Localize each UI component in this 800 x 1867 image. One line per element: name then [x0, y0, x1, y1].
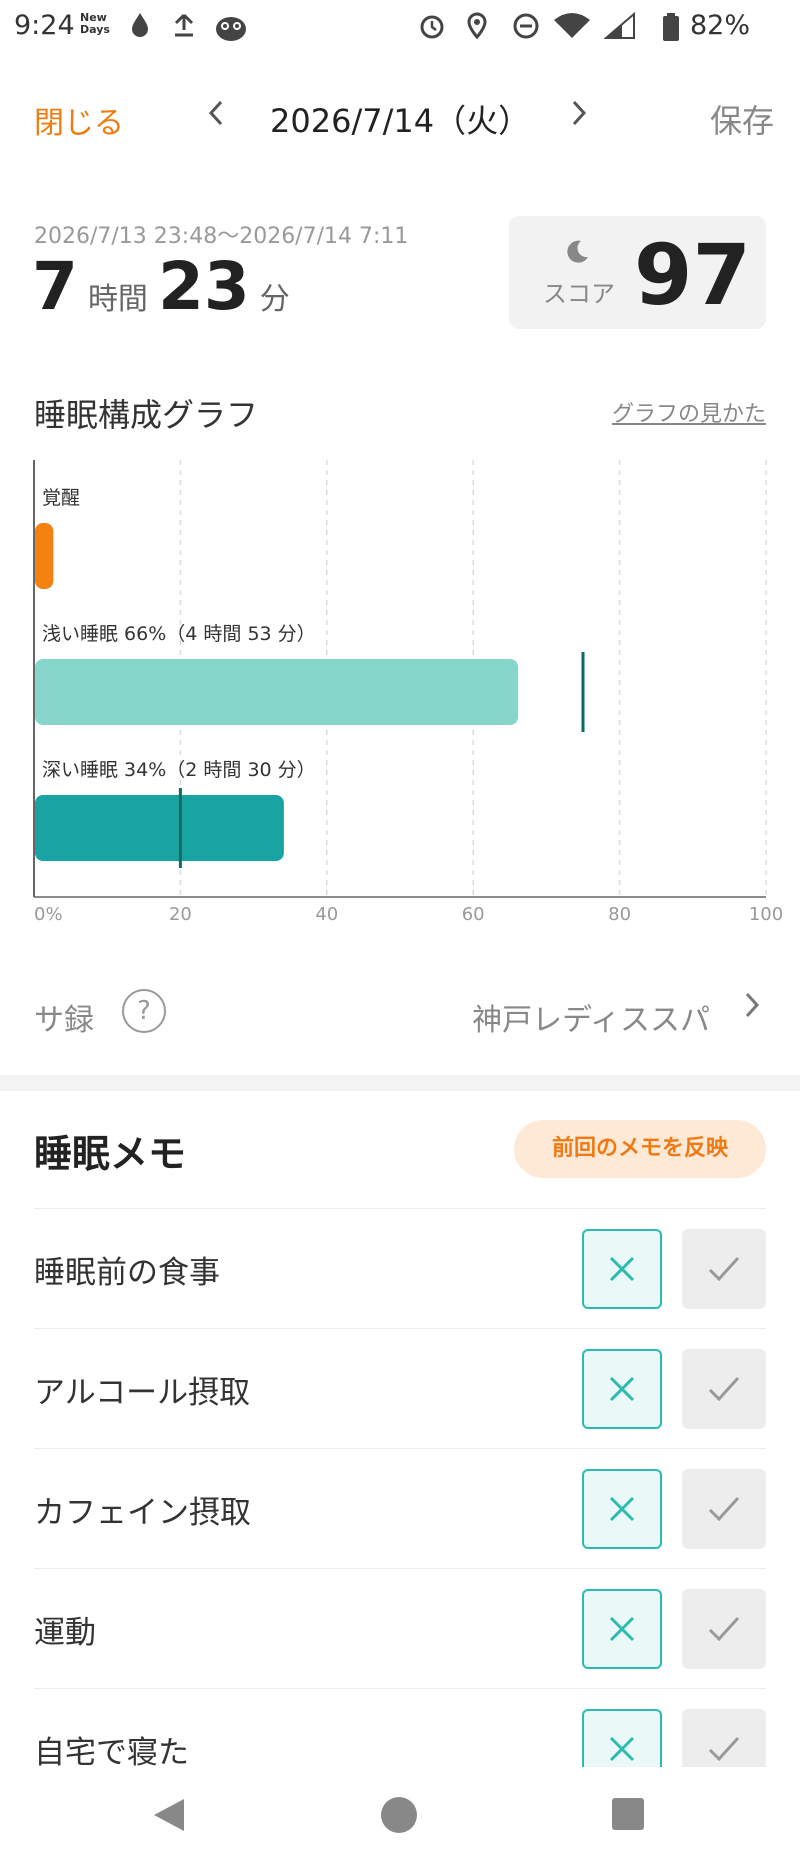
home-icon[interactable] — [381, 1797, 417, 1833]
battery-percent: 82% — [690, 10, 751, 41]
moon-icon — [564, 238, 590, 264]
chart-title: 睡眠構成グラフ — [34, 396, 259, 434]
close-icon — [609, 1496, 635, 1522]
yes-button[interactable] — [682, 1469, 766, 1549]
hours-unit: 時間 — [87, 282, 148, 317]
location-icon — [466, 12, 488, 46]
memo-link-row[interactable]: サ録 ? 神戸レディススパ — [0, 975, 800, 1055]
memo-row-label: カフェイン摂取 — [34, 1495, 251, 1531]
bar — [35, 795, 284, 861]
close-icon — [609, 1256, 635, 1282]
close-icon — [609, 1736, 635, 1762]
memo-row-label: 睡眠前の食事 — [34, 1255, 220, 1291]
sleep-duration: 7 時間 23 分 — [32, 248, 300, 325]
chevron-right-icon[interactable] — [568, 96, 590, 139]
bar — [35, 523, 54, 589]
alarm-icon — [418, 12, 446, 46]
check-icon — [708, 1376, 740, 1402]
place-name: 神戸レディススパ — [472, 1003, 710, 1038]
app-mascot-icon — [214, 12, 248, 48]
chart-help-link[interactable]: グラフの見かた — [612, 396, 766, 428]
newdays-icon: New Days — [80, 11, 110, 36]
upload-icon — [172, 12, 196, 44]
check-icon — [708, 1736, 740, 1762]
x-tick-label: 40 — [315, 904, 338, 925]
memo-row: 運動 — [34, 1568, 766, 1689]
memo-row: 睡眠前の食事 — [34, 1208, 766, 1329]
memo-row-label: 自宅で寝た — [34, 1735, 189, 1771]
memo-row-label: 運動 — [34, 1615, 96, 1651]
sleep-composition-chart: 0% 20 40 60 80 100 覚醒浅い睡眠 66%（4 時間 53 分） 深い睡眠 3… — [33, 460, 783, 925]
check-icon — [708, 1256, 740, 1282]
memo-row-label: アルコール摂取 — [34, 1375, 251, 1411]
yes-button[interactable] — [682, 1229, 766, 1309]
x-tick-label: 80 — [608, 904, 631, 925]
sleep-time-range: 2026/7/13 23:48〜2026/7/14 7:11 — [34, 224, 409, 249]
wifi-icon — [552, 12, 592, 46]
score-card: スコア 97 — [509, 216, 766, 329]
memo-title: 睡眠メモ — [34, 1132, 187, 1176]
status-time: 9:24 — [14, 10, 75, 41]
yes-button[interactable] — [682, 1349, 766, 1429]
x-tick-label: 100 — [749, 904, 783, 925]
close-icon — [609, 1616, 635, 1642]
memo-row: カフェイン摂取 — [34, 1448, 766, 1569]
help-icon[interactable]: ? — [122, 989, 166, 1033]
close-icon — [609, 1376, 635, 1402]
signal-icon — [603, 11, 640, 46]
battery-icon — [662, 12, 680, 48]
recent-apps-icon[interactable] — [612, 1798, 644, 1830]
bar-label: 深い睡眠 34%（2 時間 30 分） — [42, 759, 316, 781]
x-tick-label: 0% — [34, 904, 63, 925]
bar — [35, 659, 519, 725]
status-bar: 9:24 New Days 82% — [0, 0, 800, 54]
duration-hours: 7 — [32, 248, 78, 325]
close-button[interactable]: 閉じる — [34, 98, 124, 142]
bar-label: 浅い睡眠 66%（4 時間 53 分） — [42, 623, 316, 645]
section-divider — [0, 1075, 800, 1091]
back-icon[interactable] — [152, 1797, 186, 1837]
system-nav-bar — [0, 1767, 800, 1867]
check-icon — [708, 1496, 740, 1522]
x-tick-label: 60 — [462, 904, 485, 925]
check-icon — [708, 1616, 740, 1642]
no-button[interactable] — [582, 1229, 662, 1309]
memo-row: アルコール摂取 — [34, 1328, 766, 1449]
memo-link-label: サ録 — [34, 1003, 94, 1038]
score-value: 97 — [634, 226, 751, 324]
chevron-right-icon — [742, 989, 762, 1030]
yes-button[interactable] — [682, 1589, 766, 1669]
bar-label: 覚醒 — [42, 487, 80, 509]
minutes-unit: 分 — [259, 282, 290, 317]
duration-minutes: 23 — [157, 248, 250, 325]
score-label: スコア — [543, 280, 615, 308]
no-button[interactable] — [582, 1349, 662, 1429]
reflect-previous-memo-button[interactable]: 前回のメモを反映 — [514, 1120, 766, 1178]
no-button[interactable] — [582, 1469, 662, 1549]
x-tick-label: 20 — [169, 904, 192, 925]
chevron-left-icon[interactable] — [205, 96, 227, 139]
dnd-icon — [512, 12, 540, 46]
date-title: 2026/7/14（火） — [270, 102, 531, 140]
save-button[interactable]: 保存 — [710, 96, 774, 142]
drop-icon — [130, 12, 150, 44]
no-button[interactable] — [582, 1589, 662, 1669]
